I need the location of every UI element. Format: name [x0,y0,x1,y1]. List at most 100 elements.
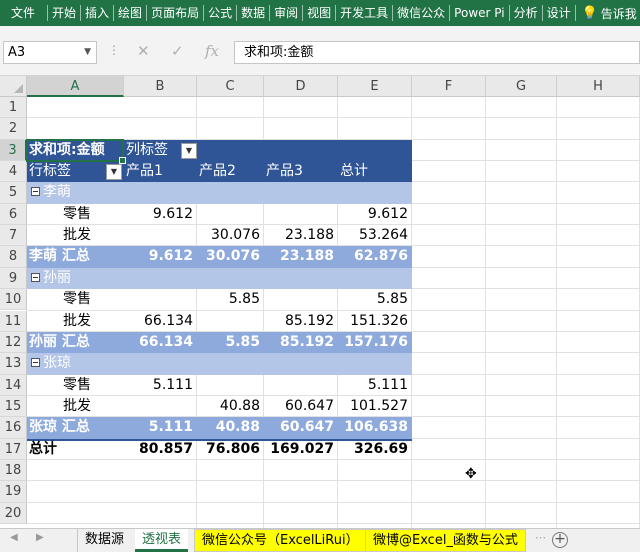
select-all-corner[interactable] [0,76,27,97]
column-header-b[interactable]: B [124,76,197,97]
column-header-d[interactable]: D [264,76,338,97]
row-header-6[interactable]: 6 [0,203,27,226]
ribbon-tab[interactable]: 设计 [543,0,575,26]
pivot-group-band [27,353,412,375]
row-header-19[interactable]: 19 [0,481,27,503]
ribbon-tab[interactable]: 审阅 [270,0,302,26]
column-header-c[interactable]: C [197,76,264,97]
pivot-subtotal-label: 李萌 汇总 [29,248,90,265]
name-box[interactable]: A3 ▼ [3,41,97,64]
pivot-grand-total-value: 80.857 [138,440,193,457]
pivot-group-name: 张琼 [43,355,71,372]
row-header-17[interactable]: 17 [0,438,27,460]
pivot-value-cell: 30.076 [211,227,260,244]
mouse-cursor-icon: ✥ [465,466,477,482]
tell-me-label: 告诉我 [600,6,637,21]
pivot-value-cell [266,375,334,396]
pivot-value-cell: 23.188 [285,227,334,244]
worksheet-grid[interactable]: A B C D E F G H 1 2 3 4 5 6 7 8 9 10 11 12 13 14 15 16 17 18 19 20 求… [0,76,640,528]
pivot-value-cell [266,204,334,225]
add-sheet-icon[interactable]: + [552,532,568,548]
pivot-subtotal-value: 66.134 [138,333,193,350]
cancel-icon[interactable]: ✕ [137,42,150,60]
pivot-value-cell [126,396,193,417]
pivot-subtotal-value: 62.876 [353,248,408,265]
pivot-grand-total-value: 169.027 [270,440,334,457]
insert-function-icon[interactable]: fx [205,42,219,60]
pivot-group-label[interactable]: 张琼 [31,353,71,374]
row-header-5[interactable]: 5 [0,182,27,204]
ribbon-tab[interactable]: 插入 [81,0,113,26]
scroll-right-icon[interactable]: ▶ [36,532,44,543]
row-header-9[interactable]: 9 [0,267,27,290]
column-header-h[interactable]: H [557,76,640,97]
chevron-down-icon[interactable]: ▼ [84,42,91,63]
pivot-group-label[interactable]: 李萌 [31,182,71,203]
more-icon[interactable]: ⋮ [108,43,120,57]
pivot-value-cell: 151.326 [350,312,408,329]
ribbon-tab[interactable]: 微信公众 [393,0,449,26]
tell-me-box[interactable]: 💡 告诉我 [576,5,637,22]
sheet-tab[interactable]: 微博@Excel_函数与公式 [365,529,526,552]
filter-dropdown-icon[interactable]: ▼ [181,142,197,159]
ribbon-tab[interactable]: 视图 [303,0,335,26]
sheet-tab[interactable]: 数据源 [77,529,131,552]
column-header-f[interactable]: F [412,76,486,97]
row-header-20[interactable]: 20 [0,502,27,524]
row-header-15[interactable]: 15 [0,395,27,418]
confirm-icon[interactable]: ✓ [171,42,184,60]
ribbon-tabs: 文件 开始 插入 绘图 页面布局 公式 数据 审阅 视图 开发工具 微信公众 Power Pi 分析 设计… [0,0,640,26]
pivot-group-band [27,267,412,290]
scroll-left-icon[interactable]: ◀ [10,532,18,543]
row-header-13[interactable]: 13 [0,353,27,375]
ribbon-tab[interactable]: 数据 [237,0,269,26]
row-header-8[interactable]: 8 [0,246,27,268]
row-header-10[interactable]: 10 [0,289,27,311]
pivot-value-cell [126,225,193,246]
row-header-12[interactable]: 12 [0,331,27,354]
gridline [556,97,557,528]
row-header-11[interactable]: 11 [0,310,27,332]
ribbon-tab[interactable]: 开始 [48,0,80,26]
pivot-subtotal-value: 157.176 [344,333,408,350]
row-header-2[interactable]: 2 [0,118,27,140]
pivot-subtotal-value: 60.647 [279,419,334,436]
column-header-e[interactable]: E [338,76,412,97]
pivot-subtotal-value: 85.192 [279,333,334,350]
pivot-subtotal-value: 9.612 [148,248,193,265]
column-header-g[interactable]: G [486,76,557,97]
sheet-tab-bar: ◀ ▶ 数据源 透视表 微信公众号（ExcelLiRui） 微博@Excel_函数与公… [0,528,640,552]
column-header-a[interactable]: A [27,76,124,97]
sheet-tab[interactable]: 微信公众号（ExcelLiRui） [194,529,367,552]
pivot-value-cell: 5.85 [228,291,260,308]
collapse-icon[interactable] [31,272,40,282]
row-header-18[interactable]: 18 [0,459,27,482]
ribbon-tab[interactable]: Power Pi [450,0,508,26]
ribbon-tab[interactable]: 页面布局 [147,0,203,26]
active-cell-selection [26,138,126,165]
ribbon-tab[interactable]: 绘图 [114,0,146,26]
sheet-tab[interactable]: 透视表 [135,529,189,552]
pivot-value-cell [126,289,193,310]
row-header-4[interactable]: 4 [0,161,27,183]
row-header-1[interactable]: 1 [0,97,27,119]
pivot-subtotal-value: 40.88 [215,419,260,436]
collapse-icon[interactable] [31,358,40,368]
pivot-row-label: 批发 [63,397,91,414]
ribbon-tab[interactable]: 开发工具 [336,0,392,26]
pivot-row-label: 批发 [63,312,91,329]
row-header-14[interactable]: 14 [0,374,27,396]
ribbon-tab[interactable]: 分析 [510,0,542,26]
ribbon-tab[interactable]: 文件 [0,0,47,26]
formula-input[interactable]: 求和项:金额 [234,41,640,64]
filter-dropdown-icon[interactable]: ▼ [106,164,122,181]
pivot-value-cell: 5.111 [152,376,193,393]
row-header-7[interactable]: 7 [0,225,27,247]
pivot-value-cell [266,289,334,310]
row-header-16[interactable]: 16 [0,417,27,439]
row-header-3[interactable]: 3 [0,139,27,162]
pivot-group-label[interactable]: 孙丽 [31,268,71,289]
collapse-icon[interactable] [31,187,40,197]
ribbon-tab[interactable]: 公式 [204,0,236,26]
more-icon[interactable]: ⋯ [535,531,546,544]
